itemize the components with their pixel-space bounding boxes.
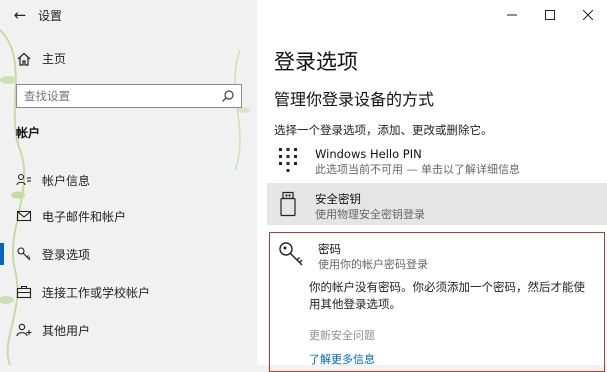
- title-bar: ← 设置: [0, 0, 257, 30]
- add-person-icon: [16, 323, 32, 337]
- option-text: 安全密钥 使用物理安全密钥登录: [315, 191, 425, 223]
- option-description: 使用你的帐户密码登录: [318, 258, 428, 271]
- option-title: 密码: [318, 242, 341, 256]
- section-heading-accounts: 帐户: [16, 126, 41, 140]
- window-title: 设置: [38, 8, 63, 23]
- back-button[interactable]: ←: [0, 0, 40, 30]
- option-text: 密码 使用你的帐户密码登录: [318, 241, 428, 273]
- sidebar-item-label: 其他用户: [42, 323, 91, 338]
- home-icon: [17, 52, 31, 66]
- sidebar-item-work-school[interactable]: 连接工作或学校帐户: [16, 282, 150, 302]
- mail-icon: [16, 210, 32, 222]
- back-arrow-icon: ←: [13, 6, 27, 24]
- nav-home[interactable]: 主页: [16, 50, 66, 67]
- maximize-icon: [545, 10, 555, 20]
- close-button[interactable]: [569, 0, 607, 30]
- minimize-icon: [507, 14, 517, 16]
- close-icon: [583, 10, 593, 20]
- minimize-button[interactable]: [493, 0, 531, 30]
- password-header: 密码 使用你的帐户密码登录: [270, 241, 428, 273]
- page-subtitle: 管理你登录设备的方式: [274, 90, 435, 109]
- option-text: Windows Hello PIN 此选项当前不可用 — 单击以了解详细信息: [315, 146, 520, 178]
- option-description: 使用物理安全密钥登录: [315, 208, 425, 221]
- sidebar-item-account-info[interactable]: 帐户信息: [16, 170, 90, 190]
- settings-sidebar: ← 设置 主页 帐户 帐户信息 电子邮件和帐户: [0, 0, 257, 365]
- update-security-questions-link: 更新安全问题: [309, 329, 375, 342]
- option-security-key[interactable]: 安全密钥 使用物理安全密钥登录: [267, 183, 607, 225]
- sidebar-item-label: 登录选项: [42, 247, 91, 262]
- password-message: 你的帐户没有密码。你必须添加一个密码，然后才能使用其他登录选项。: [309, 280, 585, 311]
- search-icon[interactable]: [221, 89, 235, 103]
- sidebar-item-sign-in-options[interactable]: 登录选项: [16, 244, 90, 264]
- instruction-text: 选择一个登录选项，添加、更改或删除它。: [274, 123, 493, 137]
- active-indicator: [0, 243, 4, 265]
- search-box[interactable]: [16, 84, 242, 108]
- page-title: 登录选项: [274, 50, 358, 74]
- keypad-icon: [279, 148, 297, 172]
- maximize-button[interactable]: [531, 0, 569, 30]
- person-icon: [16, 173, 31, 186]
- sidebar-item-label: 帐户信息: [42, 173, 91, 188]
- option-password[interactable]: 密码 使用你的帐户密码登录 你的帐户没有密码。你必须添加一个密码，然后才能使用其…: [269, 232, 605, 372]
- sidebar-item-label: 电子邮件和帐户: [42, 209, 127, 224]
- option-title: Windows Hello PIN: [315, 147, 422, 161]
- main-content: 登录选项 管理你登录设备的方式 选择一个登录选项，添加、更改或删除它。 Wind…: [257, 0, 607, 372]
- search-input[interactable]: [17, 88, 221, 104]
- window-controls: [493, 0, 607, 30]
- usb-key-icon: [280, 191, 296, 217]
- password-details: 你的帐户没有密码。你必须添加一个密码，然后才能使用其他登录选项。 更新安全问题 …: [309, 279, 585, 367]
- nav-home-label: 主页: [42, 52, 67, 66]
- option-windows-hello-pin[interactable]: Windows Hello PIN 此选项当前不可用 — 单击以了解详细信息: [267, 146, 607, 178]
- option-description: 此选项当前不可用 — 单击以了解详细信息: [315, 163, 520, 176]
- option-title: 安全密钥: [315, 192, 361, 206]
- key-icon: [17, 247, 31, 261]
- briefcase-icon: [16, 285, 32, 299]
- sidebar-item-label: 连接工作或学校帐户: [42, 285, 151, 300]
- sidebar-item-other-users[interactable]: 其他用户: [16, 320, 90, 340]
- key-icon: [279, 242, 303, 266]
- sidebar-item-email[interactable]: 电子邮件和帐户: [16, 206, 126, 226]
